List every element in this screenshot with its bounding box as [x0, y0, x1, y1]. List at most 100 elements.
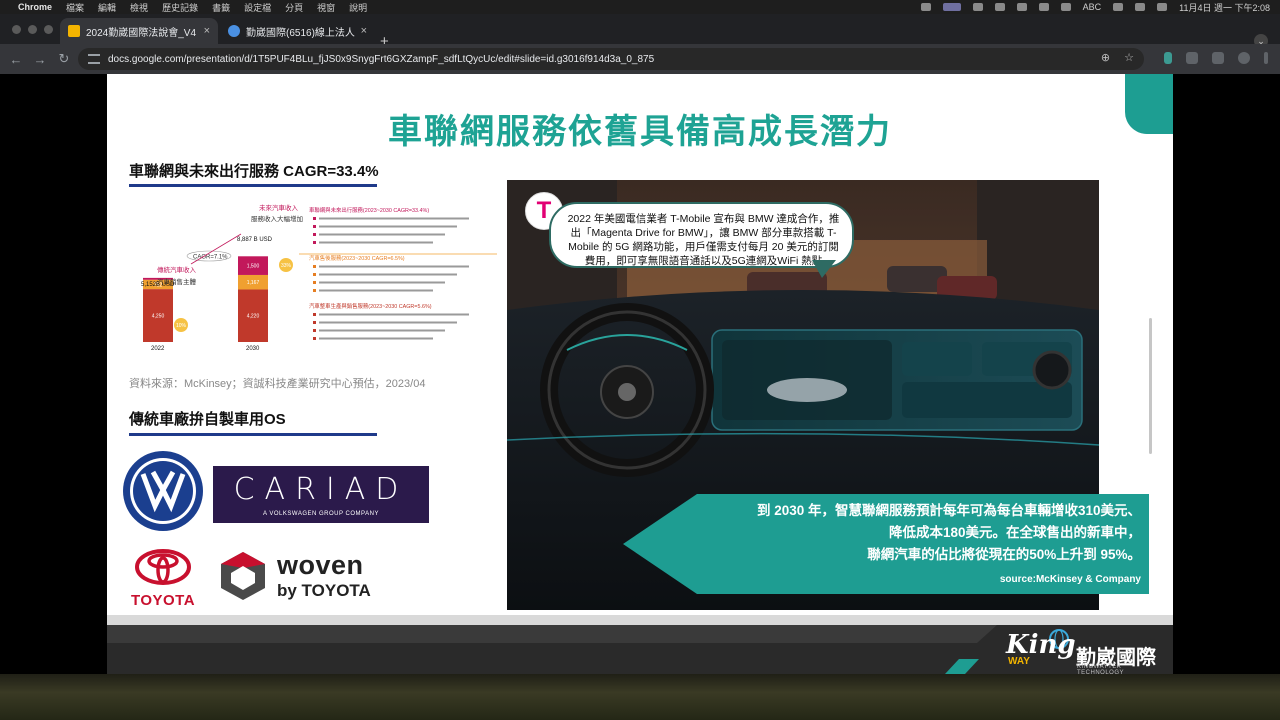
slide-title: 車聯網服務依舊具備高成長潛力: [388, 113, 892, 151]
extension-teal-icon[interactable]: [1164, 52, 1172, 64]
control-center-icon[interactable]: [1157, 3, 1168, 11]
chart-bullet: [313, 233, 316, 236]
chart-right-subtitle: 服務收入大幅增加: [251, 214, 303, 223]
section-underline: [129, 184, 377, 187]
section-heading-os: 傳統車廠拚自製車用OS: [129, 411, 286, 428]
play-icon[interactable]: [1016, 3, 1027, 11]
x-tick-2030: 2030: [246, 346, 260, 352]
revenue-chart: 4,2507524,2201,1671,500 傳統汽車收入 汽車銷售主體 未來…: [141, 204, 497, 352]
callout-line-2: 降低成本180美元。在全球售出的新車中，: [888, 525, 1141, 540]
close-window-icon[interactable]: [12, 25, 21, 34]
bar-value-label: 1,167: [247, 280, 260, 286]
chrome-menu-icon[interactable]: [1264, 52, 1268, 64]
total-2022: 5,152B USD: [141, 282, 175, 288]
extension-icons: [1164, 52, 1268, 64]
back-icon[interactable]: ←: [4, 52, 28, 67]
chart-block-heading: 汽車整車生產與銷售服務(2023~2030 CAGR=5.6%): [309, 302, 432, 310]
close-tab-icon[interactable]: ×: [361, 25, 367, 37]
badge-b-label: 10%: [176, 323, 187, 329]
kingway-way-text: WAY: [1008, 656, 1030, 667]
browser-tab-webcast[interactable]: 勤崴國際(6516)線上法人說明會 ×: [220, 18, 375, 44]
chart-block-heading: 車聯網與未來出行服務(2023~2030 CAGR=33.4%): [309, 206, 429, 214]
window-controls: [12, 25, 53, 34]
tab-title: 2024勤崴國際法說會_V4 - Go: [86, 27, 198, 39]
zoom-icon[interactable]: ⊕: [1101, 51, 1110, 64]
text-input-icon[interactable]: [1060, 3, 1071, 11]
section-underline: [129, 433, 377, 436]
chart-bullet: [313, 273, 316, 276]
speech-bubble: 2022 年美國電信業者 T-Mobile 宣布與 BMW 達成合作，推出「Ma…: [549, 202, 854, 268]
bookmark-star-icon[interactable]: ☆: [1124, 51, 1134, 64]
menubar-status-area: ABC 11月4日 週一 下午2:08: [920, 0, 1270, 14]
chart-bullet: [313, 225, 316, 228]
chart-left-title: 傳統汽車收入: [157, 265, 197, 274]
vertical-scrollbar[interactable]: [1149, 318, 1152, 454]
forward-icon[interactable]: →: [28, 52, 52, 67]
bar-value-label: 4,220: [247, 314, 260, 320]
chart-bullet: [313, 281, 316, 284]
wifi-icon[interactable]: [1113, 3, 1124, 11]
reload-icon[interactable]: ↻: [52, 51, 76, 67]
input-method-label[interactable]: ABC: [1083, 2, 1102, 12]
chart-block-heading: 汽車售後服務(2023~2030 CAGR=6.5%): [309, 254, 405, 262]
woven-wordmark: woven: [277, 550, 364, 580]
extensions-puzzle-icon[interactable]: [1212, 52, 1224, 64]
total-2030: 8,887 B USD: [237, 237, 273, 243]
chart-bullet: [313, 329, 316, 332]
bar-value-label: 1,500: [247, 264, 260, 270]
site-info-icon[interactable]: [88, 54, 100, 64]
browser-tab-slides[interactable]: 2024勤崴國際法說會_V4 - Go ×: [60, 18, 218, 44]
chart-bullet: [313, 289, 316, 292]
toyota-logo: TOYOTA: [123, 549, 203, 609]
cariad-wordmark: CARIAD: [233, 472, 409, 507]
close-tab-icon[interactable]: ×: [204, 25, 210, 37]
chart-bullet-line: [319, 241, 433, 244]
menubar-item-bookmarks[interactable]: 書籤: [212, 1, 230, 14]
google-slides-icon: [68, 25, 80, 37]
menubar-item-help[interactable]: 說明: [349, 1, 367, 14]
menubar-item-edit[interactable]: 編輯: [98, 1, 116, 14]
chart-bullet-line: [319, 225, 457, 228]
chart-bullet: [313, 241, 316, 244]
chart-bullet-line: [319, 281, 445, 284]
menubar-item-view[interactable]: 檢視: [130, 1, 148, 14]
chart-bullet: [313, 337, 316, 340]
sync-icon[interactable]: [920, 3, 931, 11]
display-icon[interactable]: [1038, 3, 1049, 11]
search-icon[interactable]: [1135, 3, 1146, 11]
x-tick-2022: 2022: [151, 346, 165, 352]
macos-menubar: Chrome 檔案 編輯 檢視 歷史記錄 書籤 設定檔 分頁 視窗 說明 ABC…: [0, 0, 1280, 14]
chart-right-blocks: 車聯網與未來出行服務(2023~2030 CAGR=33.4%) 汽車售後服務(2…: [299, 206, 497, 340]
extension-icon[interactable]: [1186, 52, 1198, 64]
toyota-wordmark: TOYOTA: [130, 592, 196, 609]
menubar-item-tab[interactable]: 分頁: [285, 1, 303, 14]
menubar-item-file[interactable]: 檔案: [66, 1, 84, 14]
chart-bullet: [313, 321, 316, 324]
menubar-clock[interactable]: 11月4日 週一 下午2:08: [1179, 1, 1270, 14]
tablet-icon[interactable]: [994, 3, 1005, 11]
gesture-icon[interactable]: [972, 3, 983, 11]
profile-avatar-icon[interactable]: [1238, 52, 1250, 64]
chart-bullet-line: [319, 289, 433, 292]
chart-bullet-line: [319, 273, 457, 276]
zoom-window-icon[interactable]: [44, 25, 53, 34]
callout-box: 到 2030 年，智慧聯網服務預計每年可為每台車輛增收310美元、 降低成本18…: [623, 494, 1149, 594]
minimize-window-icon[interactable]: [28, 25, 37, 34]
url-text[interactable]: docs.google.com/presentation/d/1T5PUF4BL…: [108, 54, 654, 65]
menubar-item-profiles[interactable]: 設定檔: [244, 1, 271, 14]
chart-right-title: 未來汽車收入: [259, 204, 299, 212]
menubar-item-window[interactable]: 視窗: [317, 1, 335, 14]
tab-title: 勤崴國際(6516)線上法人說明會: [246, 27, 355, 39]
browser-tabstrip: 2024勤崴國際法說會_V4 - Go × 勤崴國際(6516)線上法人說明會 …: [0, 14, 1280, 50]
chart-bullet-line: [319, 265, 469, 268]
chart-bullet-line: [319, 233, 445, 236]
menubar-item-history[interactable]: 歷史記錄: [162, 1, 198, 14]
address-bar[interactable]: docs.google.com/presentation/d/1T5PUF4BL…: [78, 48, 1144, 70]
chart-bullet: [313, 313, 316, 316]
woven-by-toyota-text: by TOYOTA: [277, 581, 371, 600]
screen-record-icon[interactable]: [942, 3, 961, 11]
source-note: 資料來源：McKinsey；資誠科技產業研究中心預估，2023/04: [129, 378, 426, 390]
menubar-app-name[interactable]: Chrome: [18, 2, 52, 12]
chart-bullet-line: [319, 217, 469, 220]
toyota-emblem-icon: [135, 549, 191, 585]
